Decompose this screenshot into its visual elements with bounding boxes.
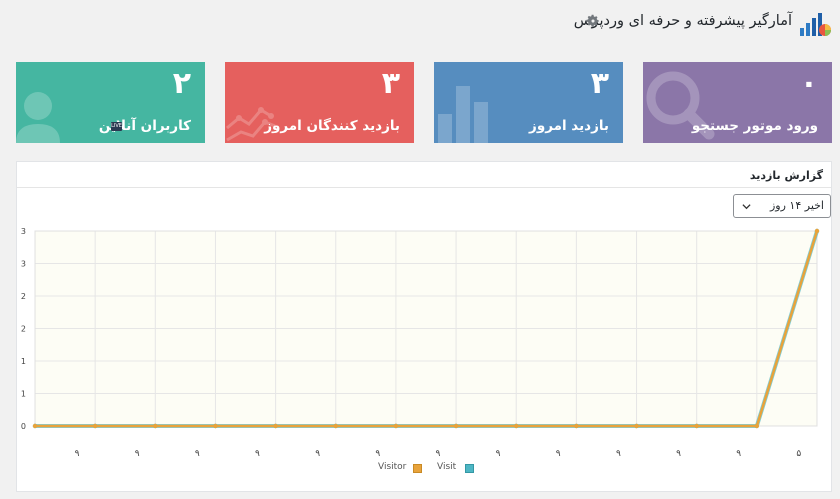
chevron-down-icon	[742, 204, 751, 210]
online-users-tile[interactable]: ۲ کاربران آنلاین LIVE	[16, 62, 205, 143]
legend-label: Visit	[437, 462, 457, 472]
legend-visit[interactable]: Visit	[437, 462, 474, 474]
page-title: آمارگیر پیشرفته و حرفه ای وردپرس	[573, 13, 792, 29]
tile-label: ورود موتور جستجو	[691, 118, 818, 134]
live-badge: LIVE	[111, 122, 122, 131]
legend-label: Visitor	[378, 462, 407, 472]
legend-swatch	[465, 464, 474, 473]
date-range-value: اخیر ۱۴ روز	[769, 199, 824, 212]
tile-value: ۲	[172, 66, 191, 101]
panel-title: گزارش بازدید	[749, 169, 823, 182]
legend-visitor[interactable]: Visitor	[378, 462, 422, 474]
legend-swatch	[413, 464, 422, 473]
tile-value: ۰	[799, 66, 818, 101]
tile-value: ۳	[590, 66, 609, 101]
gear-icon[interactable]	[586, 14, 600, 28]
tile-label: بازدید امروز	[529, 118, 609, 134]
page-header: آمارگیر پیشرفته و حرفه ای وردپرس	[0, 0, 840, 48]
tile-label: بازدید کنندگان امروز	[264, 118, 400, 134]
search-engine-tile[interactable]: ۰ ورود موتور جستجو	[643, 62, 832, 143]
tile-value: ۳	[381, 66, 400, 101]
date-range-select[interactable]: اخیر ۱۴ روز	[733, 194, 831, 218]
today-visitors-tile[interactable]: ۳ بازدید کنندگان امروز	[225, 62, 414, 143]
chart-logo-icon	[800, 13, 831, 36]
panel-divider	[17, 187, 831, 188]
visit-report-panel: گزارش بازدید اخیر ۱۴ روز	[16, 161, 832, 492]
today-visits-tile[interactable]: ۳ بازدید امروز	[434, 62, 623, 143]
